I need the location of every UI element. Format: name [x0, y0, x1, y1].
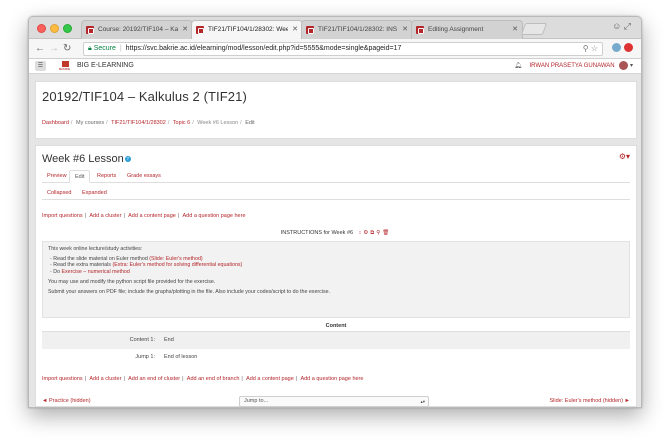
tab-title: TIF21/TIF104/1/28302: INS [318, 26, 398, 33]
tab-reports[interactable]: Reports [92, 170, 121, 183]
avatar[interactable] [619, 61, 629, 70]
list-item: Read the slide material on Euler method … [50, 256, 624, 263]
table-row: Content 1: End [42, 332, 630, 349]
site-favicon-icon [306, 26, 314, 34]
tab-preview[interactable]: Preview [42, 170, 72, 183]
tab-title: Editing Assignment [428, 26, 484, 33]
site-favicon-icon [416, 26, 424, 34]
bakrie-logo[interactable]: BAKRIE [59, 61, 72, 71]
tab-collapsed[interactable]: Collapsed [42, 187, 76, 200]
site-name[interactable]: BIG E-LEARNING [77, 61, 134, 71]
previous-page-link[interactable]: ◄ Practice (hidden) [42, 398, 91, 404]
list-item: Do Exercise – numerical method [50, 269, 624, 276]
browser-tab-3[interactable]: TIF21/TIF104/1/28302: INS ✕ [301, 20, 413, 39]
site-favicon-icon [196, 26, 204, 34]
close-window-button[interactable] [37, 24, 46, 33]
new-tab-button[interactable] [520, 23, 548, 35]
add-question-page-link[interactable]: Add a question page here [183, 213, 246, 219]
tab-edit[interactable]: Edit [69, 170, 91, 183]
add-cluster-link[interactable]: Add a cluster [89, 213, 121, 219]
breadcrumb-item[interactable]: Dashboard [42, 120, 69, 126]
import-questions-link[interactable]: Import questions [42, 376, 83, 382]
table-header: Content [42, 321, 630, 332]
slide-link[interactable]: (Slide: Euler's method) [149, 256, 202, 262]
address-bar[interactable]: 🔒︎ Secure | https://svc.bakrie.ac.id/elea… [83, 42, 603, 56]
tab-strip: Course: 20192/TIF104 – Kalk ✕ TIF21/TIF1… [29, 17, 641, 40]
add-question-page-link[interactable]: Add a question page here [300, 376, 363, 382]
menu-icon[interactable]: ☰ [35, 61, 46, 71]
lesson-pager: ◄ Practice (hidden) Jump to... ▴▾ Slide:… [42, 396, 630, 407]
breadcrumb-item[interactable]: Topic 6 [173, 120, 190, 126]
tab-expanded[interactable]: Expanded [77, 187, 112, 200]
url-text: https://svc.bakrie.ac.id/elearning/mod/l… [125, 45, 402, 52]
tab-close-icon[interactable]: ✕ [402, 21, 408, 39]
secure-label: Secure [93, 45, 116, 52]
lesson-card: Week #6 Lesson? ⚙▾ Preview Edit Reports … [35, 145, 637, 407]
next-page-link[interactable]: Slide: Euler's method (hidden) ► [550, 398, 630, 404]
view-mode-tabs: Collapsed Expanded [42, 187, 630, 200]
breadcrumb-item[interactable]: TIF21/TIF104/1/28302 [111, 120, 166, 126]
add-links-bottom: Import questions | Add a cluster | Add an … [42, 376, 364, 382]
breadcrumb-item[interactable]: Week #6 Lesson [197, 120, 238, 126]
help-icon[interactable]: ? [124, 156, 131, 163]
add-content-page-link[interactable]: Add a content page [128, 213, 176, 219]
lock-icon: 🔒︎ [88, 45, 92, 52]
tab-close-icon[interactable]: ✕ [512, 21, 518, 39]
browser-tab-2[interactable]: TIF21/TIF104/1/28302: Wee ✕ [191, 20, 303, 40]
chevron-down-icon[interactable]: ▾ [630, 63, 633, 69]
minimize-window-button[interactable] [50, 24, 59, 33]
add-links-top: Import questions | Add a cluster | Add a c… [42, 213, 246, 219]
back-icon[interactable]: ← [35, 42, 45, 55]
breadcrumb-item: Edit [245, 120, 255, 126]
web-page: ☰ BAKRIE BIG E-LEARNING 🔔︎ IRWAN PRASETY… [29, 59, 641, 407]
user-name[interactable]: IRWAN PRASETYA GUNAWAN [530, 63, 615, 69]
lesson-title: Week #6 Lesson? [42, 153, 131, 165]
maximize-window-button[interactable] [63, 24, 72, 33]
jump-to-select[interactable]: Jump to... ▴▾ [239, 396, 429, 407]
tab-close-icon[interactable]: ✕ [292, 21, 298, 39]
reload-icon[interactable]: ↻ [63, 42, 71, 55]
forward-icon[interactable]: → [49, 42, 59, 55]
extra-materials-link[interactable]: (Extra: Euler's method for solving diffe… [112, 262, 242, 268]
browser-tab-1[interactable]: Course: 20192/TIF104 – Kalk ✕ [81, 20, 193, 39]
profile-icon[interactable]: ☺ ⤢ [612, 21, 631, 32]
site-favicon-icon [86, 26, 94, 34]
extension-icon[interactable] [624, 43, 633, 53]
browser-tab-4[interactable]: Editing Assignment ✕ [411, 20, 523, 39]
page-header: 20192/TIF104 – Kalkulus 2 (TIF21) Dashbo… [35, 81, 637, 139]
page-heading-title: INSTRUCTIONS for Week #6 [280, 230, 354, 236]
page-description: This week online lecture/study activitie… [42, 241, 630, 318]
select-caret-icon: ▴▾ [420, 399, 425, 404]
user-menu[interactable]: 🔔︎ IRWAN PRASETYA GUNAWAN ▾ [514, 61, 633, 71]
list-item: Read the extra materials (Extra: Euler's… [50, 262, 624, 269]
content-table: Content Content 1: End Jump 1: End of le… [42, 321, 630, 366]
gear-icon[interactable]: ⚙▾ [619, 152, 630, 161]
lesson-page-heading: INSTRUCTIONS for Week #6 ↕⚙⧉⚲🗑︎ [42, 230, 630, 237]
browser-window: Course: 20192/TIF104 – Kalk ✕ TIF21/TIF1… [28, 16, 642, 408]
notification-bell-icon[interactable]: 🔔︎ [514, 63, 522, 69]
exercise-link[interactable]: Exercise – numerical method [62, 269, 130, 275]
add-content-page-link[interactable]: Add a content page [246, 376, 294, 382]
zoom-and-star-icons[interactable]: ⚲ ☆ [583, 43, 598, 55]
extension-icon[interactable] [612, 43, 621, 53]
add-end-of-cluster-link[interactable]: Add an end of cluster [128, 376, 180, 382]
breadcrumb: Dashboard / My courses / TIF21/TIF104/1/28… [42, 120, 255, 126]
add-cluster-link[interactable]: Add a cluster [89, 376, 121, 382]
tab-title: Course: 20192/TIF104 – Kalk [98, 26, 178, 33]
lesson-tabs: Preview Edit Reports Grade essays [42, 170, 630, 183]
delete-icon[interactable]: 🗑︎ [382, 230, 391, 236]
import-questions-link[interactable]: Import questions [42, 213, 83, 219]
add-end-of-branch-link[interactable]: Add an end of branch [187, 376, 240, 382]
site-navbar: ☰ BAKRIE BIG E-LEARNING 🔔︎ IRWAN PRASETY… [29, 59, 641, 74]
tab-close-icon[interactable]: ✕ [182, 21, 188, 39]
tab-grade-essays[interactable]: Grade essays [122, 170, 166, 183]
page-title: 20192/TIF104 – Kalkulus 2 (TIF21) [42, 89, 247, 104]
table-row: Jump 1: End of lesson [135, 354, 198, 360]
breadcrumb-item[interactable]: My courses [76, 120, 104, 126]
browser-toolbar: ← → ↻ 🔒︎ Secure | https://svc.bakrie.ac.i… [29, 39, 641, 59]
tab-title: TIF21/TIF104/1/28302: Wee [208, 26, 288, 33]
